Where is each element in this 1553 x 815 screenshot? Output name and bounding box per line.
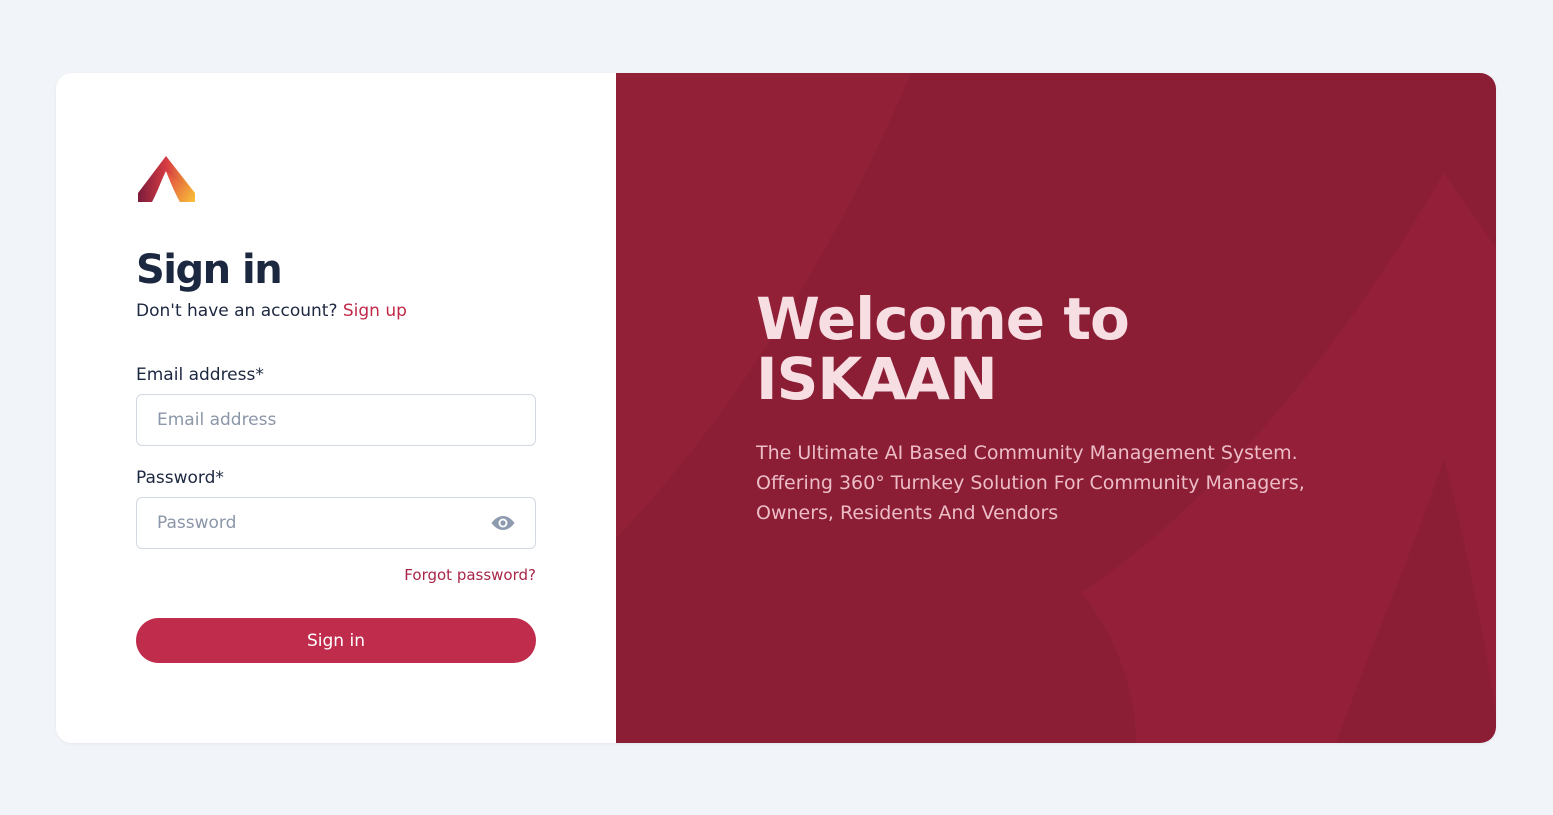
password-field[interactable] [136,497,536,549]
password-label: Password* [136,468,224,488]
eye-icon[interactable] [490,513,516,533]
no-account-text: Don't have an account? [136,301,343,321]
welcome-line-2: ISKAAN [756,345,998,413]
email-label: Email address* [136,365,264,385]
page-title: Sign in [136,247,283,293]
welcome-line-1: Welcome to [756,285,1130,353]
tent-logo-icon [138,156,195,202]
signin-panel: Sign in Don't have an account? Sign up E… [56,73,616,743]
tagline: The Ultimate AI Based Community Manageme… [756,442,1305,524]
signup-link[interactable]: Sign up [343,301,407,321]
signin-button[interactable]: Sign in [136,618,536,663]
welcome-panel: Welcome to ISKAAN The Ultimate AI Based … [616,73,1496,743]
login-card: Sign in Don't have an account? Sign up E… [56,73,1496,743]
welcome-heading: Welcome to ISKAAN [756,285,1130,413]
email-field[interactable] [136,394,536,446]
signup-prompt: Don't have an account? Sign up [136,299,407,323]
forgot-password-link[interactable]: Forgot password? [356,564,536,586]
